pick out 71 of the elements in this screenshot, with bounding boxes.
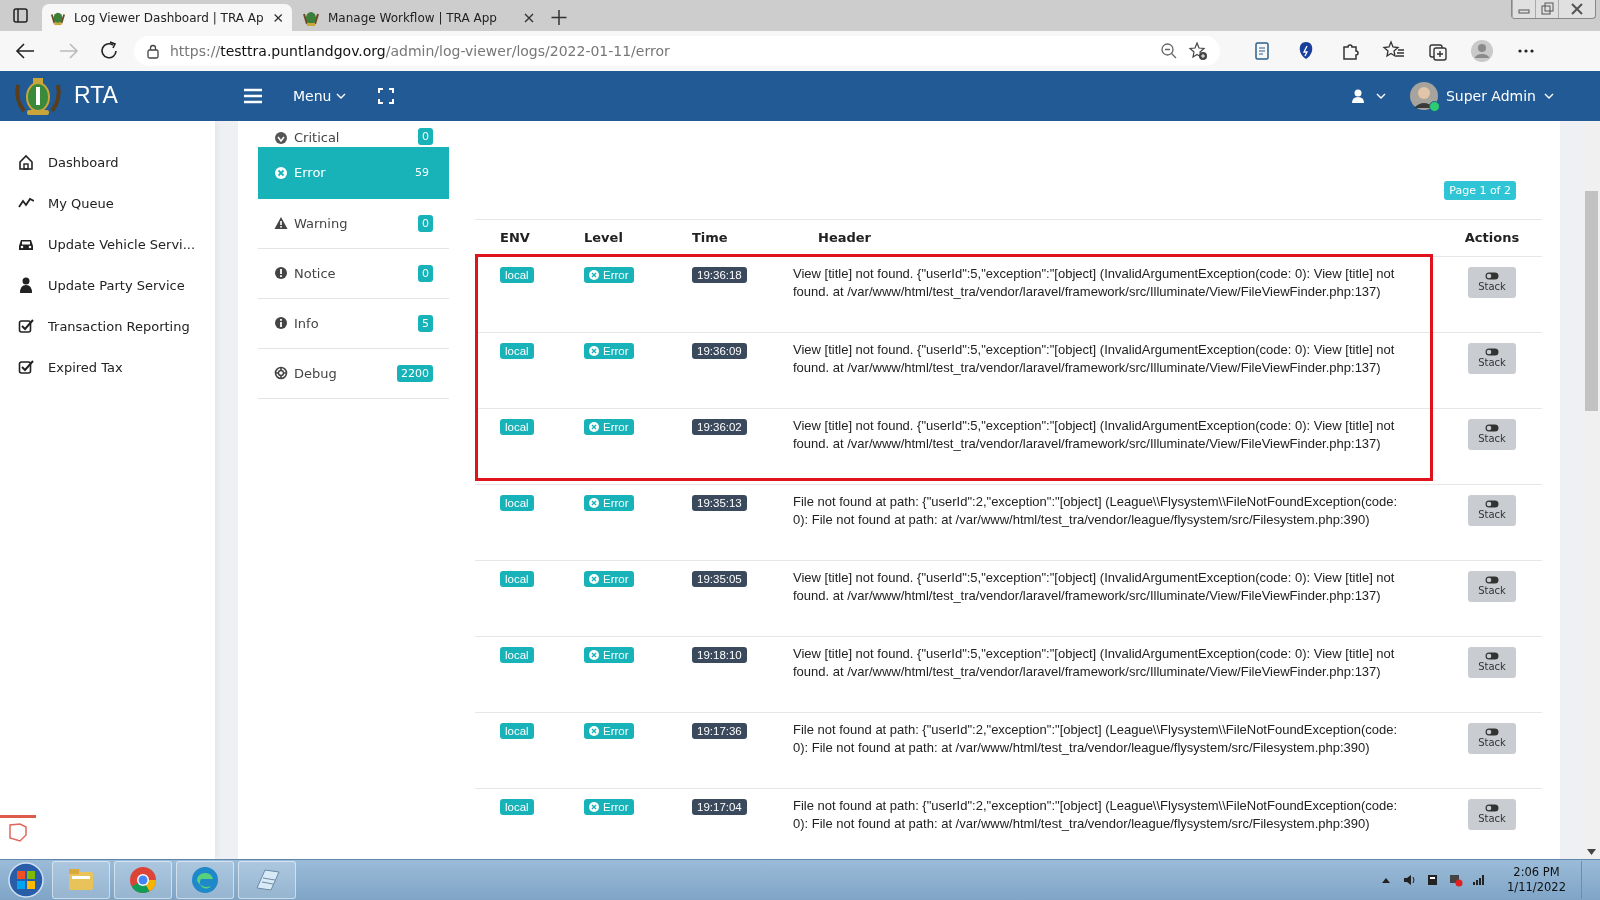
stack-button[interactable]: Stack: [1468, 570, 1516, 602]
level-badge: Error: [584, 570, 634, 587]
time-badge: 19:17:36: [692, 722, 747, 739]
env-badge: local: [500, 342, 534, 359]
level-filter-item[interactable]: Debug 2200: [258, 348, 449, 399]
stack-button[interactable]: Stack: [1468, 418, 1516, 450]
log-header-text: File not found at path: {"userId":2,"exception":"[object] (League\\Flysystem\\FileNotFoundException(code: 0): File not found at path: at /var/www/html/test_tra/vendor/league/flysystem/src/Filesystem.php:390): [793, 720, 1399, 757]
env-badge: local: [500, 722, 534, 739]
log-header-text: View [title] not found. {"userId":5,"exception":"[object] (InvalidArgumentException(code: 0): View [title] not found. at /var/www/html/test_tra/vendor/laravel/framework/src/Illuminate/View/FileViewFinder.php:137): [793, 644, 1396, 681]
sidebar-item[interactable]: My Queue: [0, 182, 215, 224]
brand-name: RTA: [74, 82, 118, 110]
column-header: Level: [583, 230, 624, 246]
stack-button[interactable]: Stack: [1468, 798, 1516, 830]
sidebar-item[interactable]: Expired Tax: [0, 346, 215, 388]
env-badge: local: [500, 570, 534, 587]
count-label: 59: [414, 165, 430, 182]
time-badge: 19:36:09: [692, 342, 747, 359]
browser-tab[interactable]: Manage Workflow | TRA App: [294, 4, 544, 31]
count-badge: 0: [418, 214, 433, 232]
count-badge: 2200: [397, 364, 433, 382]
log-header-text: View [title] not found. {"userId":5,"exception":"[object] (InvalidArgumentException(code: 0): View [title] not found. at /var/www/html/test_tra/vendor/laravel/framework/src/Illuminate/View/FileViewFinder.php:137): [793, 416, 1396, 453]
level-badge: Error: [584, 722, 634, 739]
env-badge: local: [500, 798, 534, 815]
level-badge: Error: [584, 494, 634, 511]
count-badge: 5: [418, 314, 433, 332]
log-header-text: View [title] not found. {"userId":5,"exception":"[object] (InvalidArgumentException(code: 0): View [title] not found. at /var/www/html/test_tra/vendor/laravel/framework/src/Illuminate/View/FileViewFinder.php:137): [793, 340, 1396, 377]
time-badge: 19:18:10: [692, 646, 747, 663]
time-badge: 19:17:04: [692, 798, 747, 815]
browser-tab[interactable]: Log Viewer Dashboard | TRA Ap: [42, 4, 292, 31]
stack-button[interactable]: Stack: [1468, 646, 1516, 678]
sidebar-item[interactable]: Update Vehicle Servi...: [0, 223, 215, 265]
level-filter-item[interactable]: Info 5: [258, 298, 449, 349]
account-menu[interactable]: Super Admin: [1409, 81, 1554, 110]
time-badge: 19:36:02: [692, 418, 747, 435]
level-filter-item[interactable]: Warning 0: [258, 198, 449, 249]
sidebar-item[interactable]: Update Party Service: [0, 264, 215, 306]
level-badge: Error: [584, 646, 634, 663]
time-badge: 19:35:13: [692, 494, 747, 511]
level-badge: Error: [584, 266, 634, 283]
level-badge: Error: [584, 418, 634, 435]
env-badge: local: [500, 646, 534, 663]
clock[interactable]: 2:06 PM 1/11/2022: [1507, 865, 1566, 895]
sidebar-item[interactable]: Transaction Reporting: [0, 305, 215, 347]
stack-button[interactable]: Stack: [1468, 342, 1516, 374]
column-header: Header: [817, 230, 872, 246]
log-header-text: File not found at path: {"userId":2,"exception":"[object] (League\\Flysystem\\FileNotFoundException(code: 0): File not found at path: at /var/www/html/test_tra/vendor/league/flysystem/src/Filesystem.php:390): [793, 492, 1399, 529]
log-header-text: View [title] not found. {"userId":5,"exception":"[object] (InvalidArgumentException(code: 0): View [title] not found. at /var/www/html/test_tra/vendor/laravel/framework/src/Illuminate/View/FileViewFinder.php:137): [793, 264, 1396, 301]
count-badge: 0: [418, 264, 433, 282]
env-badge: local: [500, 418, 534, 435]
column-header: ENV: [499, 230, 531, 246]
time-badge: 19:35:05: [692, 570, 747, 587]
stack-button[interactable]: Stack: [1468, 494, 1516, 526]
page-badge: Page 1 of 2: [1444, 180, 1516, 200]
address-bar[interactable]: https://testtra.puntlandgov.org/admin/log-viewer/logs/2022-01-11/error: [134, 36, 1220, 66]
url-text: https://testtra.puntlandgov.org/admin/log-viewer/logs/2022-01-11/error: [170, 43, 670, 59]
column-header: Time: [691, 230, 729, 246]
stack-button[interactable]: Stack: [1468, 266, 1516, 298]
time-badge: 19:36:18: [692, 266, 747, 283]
log-header-text: File not found at path: {"userId":2,"exception":"[object] (League\\Flysystem\\FileNotFoundException(code: 0): File not found at path: at /var/www/html/test_tra/vendor/league/flysystem/src/Filesystem.php:390): [793, 796, 1399, 833]
level-badge: Error: [584, 798, 634, 815]
level-filter-item[interactable]: Critical 0: [258, 120, 449, 147]
level-badge: Error: [584, 342, 634, 359]
env-badge: local: [500, 494, 534, 511]
stack-button[interactable]: Stack: [1468, 722, 1516, 754]
sidebar-item[interactable]: Dashboard: [0, 141, 215, 183]
log-header-text: View [title] not found. {"userId":5,"exception":"[object] (InvalidArgumentException(code: 0): View [title] not found. at /var/www/html/test_tra/vendor/laravel/framework/src/Illuminate/View/FileViewFinder.php:137): [793, 568, 1396, 605]
menu-dropdown[interactable]: Menu: [293, 87, 347, 104]
count-badge: 0: [418, 127, 433, 145]
level-filter-item[interactable]: Notice 0: [258, 248, 449, 299]
column-header: Actions: [1463, 230, 1521, 246]
env-badge: local: [500, 266, 534, 283]
